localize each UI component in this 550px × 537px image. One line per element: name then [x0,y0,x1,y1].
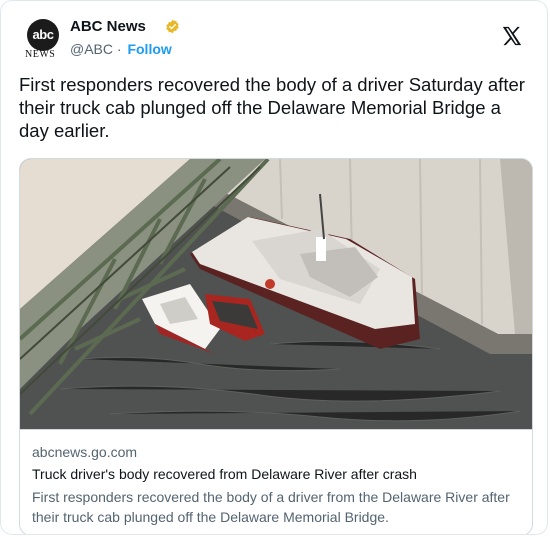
link-info[interactable]: abcnews.go.com Truck driver's body recov… [20,429,532,534]
verified-badge-icon [166,19,179,34]
author-handle[interactable]: @ABC [70,41,113,57]
tweet-text: First responders recovered the body of a… [19,74,525,141]
avatar[interactable]: abc [27,19,59,51]
x-logo-icon[interactable] [501,25,523,47]
tweet-card: abc NEWS ABC News @ABC · Follow First re… [0,0,548,535]
link-title[interactable]: Truck driver's body recovered from Delaw… [32,466,417,482]
avatar-logo-subtext: NEWS [25,49,56,60]
link-preview-card[interactable]: abcnews.go.com Truck driver's body recov… [19,158,533,534]
news-photo[interactable] [20,159,532,429]
handle-row: @ABC · Follow [70,41,172,57]
avatar-logo-text: abc [32,27,54,42]
follow-button[interactable]: Follow [127,41,171,57]
link-description: First responders recovered the body of a… [32,489,510,525]
link-domain: abcnews.go.com [32,444,138,460]
author-name[interactable]: ABC News [70,18,146,35]
tweet-header: abc NEWS ABC News @ABC · Follow [15,13,533,60]
separator: · [116,41,122,57]
